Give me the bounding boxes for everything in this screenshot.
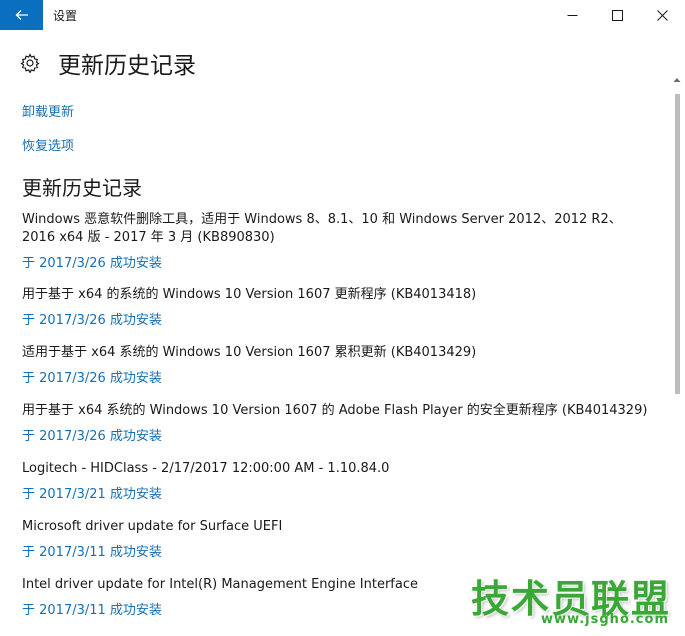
- window-title: 设置: [53, 8, 78, 23]
- update-status-link[interactable]: 于 2017/3/26 成功安装: [22, 312, 652, 330]
- update-status-link[interactable]: 于 2017/3/26 成功安装: [22, 428, 652, 446]
- settings-window: 设置 更新历史记录 卸载更新 恢复选项 更新历史记录 Windows 恶意软件删…: [0, 0, 685, 636]
- title-bar: 设置: [0, 0, 685, 30]
- uninstall-updates-link[interactable]: 卸载更新: [22, 101, 74, 120]
- update-name: 适用于基于 x64 系统的 Windows 10 Version 1607 累积…: [22, 345, 477, 360]
- update-status-link[interactable]: 于 2017/3/26 成功安装: [22, 370, 652, 388]
- page-header: 更新历史记录: [20, 46, 196, 80]
- list-item: 用于基于 x64 系统的 Windows 10 Version 1607 的 A…: [22, 402, 652, 446]
- maximize-icon: [612, 9, 623, 21]
- watermark: 技术员联盟 www.jsgho.com: [441, 568, 671, 628]
- vertical-scrollbar[interactable]: [671, 60, 683, 636]
- update-status-link[interactable]: 于 2017/3/21 成功安装: [22, 486, 652, 504]
- close-icon: [657, 9, 668, 21]
- update-name: Microsoft driver update for Surface UEFI: [22, 519, 283, 534]
- list-item: 适用于基于 x64 系统的 Windows 10 Version 1607 累积…: [22, 344, 652, 388]
- scroll-up-arrow-icon[interactable]: [673, 76, 681, 84]
- back-arrow-icon: [15, 10, 28, 20]
- scrollbar-thumb[interactable]: [675, 94, 680, 394]
- update-name: Windows 恶意软件删除工具，适用于 Windows 8、8.1、10 和 …: [22, 212, 622, 245]
- list-item: Microsoft driver update for Surface UEFI…: [22, 518, 652, 562]
- update-name: 用于基于 x64 的系统的 Windows 10 Version 1607 更新…: [22, 287, 477, 302]
- window-controls: [550, 0, 685, 30]
- update-name: Logitech - HIDClass - 2/17/2017 12:00:00…: [22, 461, 390, 476]
- list-item: Logitech - HIDClass - 2/17/2017 12:00:00…: [22, 460, 652, 504]
- minimize-icon: [567, 14, 578, 16]
- section-title: 更新历史记录: [22, 176, 142, 200]
- list-item: Windows 恶意软件删除工具，适用于 Windows 8、8.1、10 和 …: [22, 211, 652, 273]
- update-name: 用于基于 x64 系统的 Windows 10 Version 1607 的 A…: [22, 403, 648, 418]
- list-item: 用于基于 x64 的系统的 Windows 10 Version 1607 更新…: [22, 286, 652, 330]
- back-button[interactable]: [0, 0, 43, 30]
- gear-icon: [20, 53, 40, 73]
- maximize-button[interactable]: [595, 0, 640, 30]
- update-status-link[interactable]: 于 2017/3/26 成功安装: [22, 255, 652, 273]
- recovery-options-link[interactable]: 恢复选项: [22, 135, 74, 154]
- update-status-link[interactable]: 于 2017/3/11 成功安装: [22, 544, 652, 562]
- close-button[interactable]: [640, 0, 685, 30]
- minimize-button[interactable]: [550, 0, 595, 30]
- page-title: 更新历史记录: [58, 53, 196, 79]
- watermark-url: www.jsgho.com: [541, 612, 669, 627]
